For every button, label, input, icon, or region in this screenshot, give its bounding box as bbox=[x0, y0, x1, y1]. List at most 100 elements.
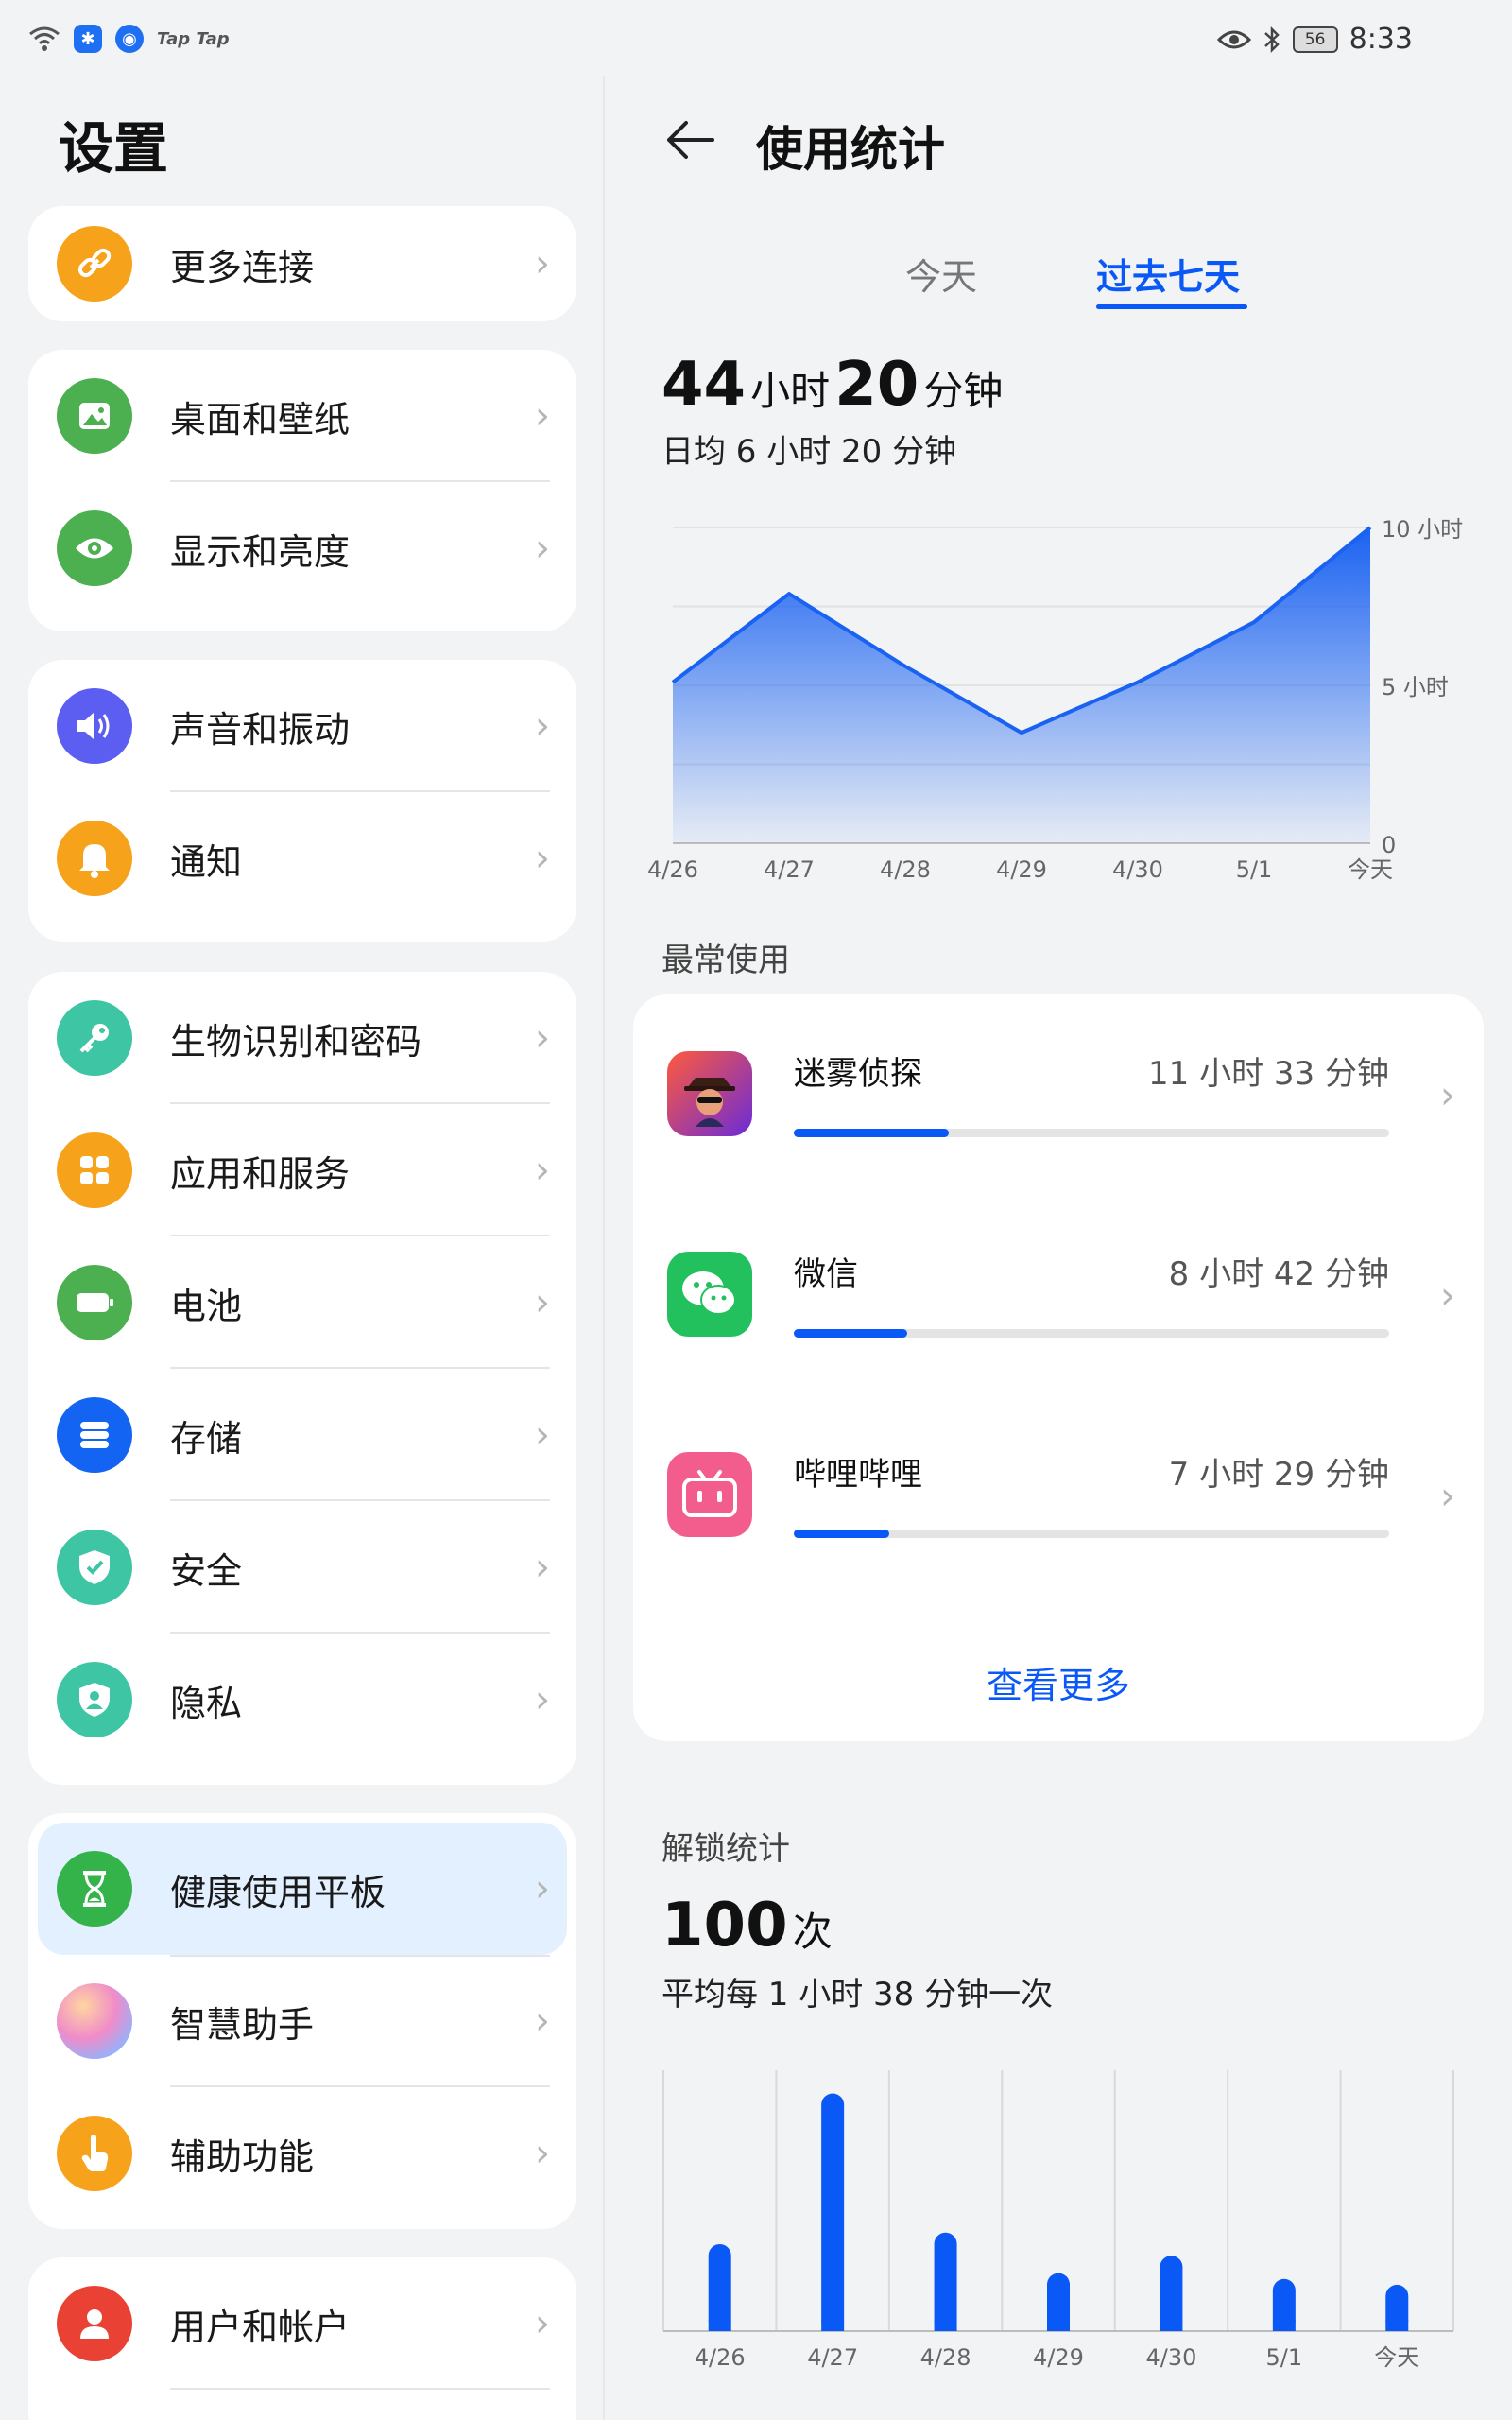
app-notify-icon: ✱ bbox=[74, 25, 102, 53]
usage-area-chart: 0 5 小时 10 小时 4/26 4/27 4/28 4/29 4/30 5/1 今天 bbox=[647, 516, 1463, 883]
settings-item-digital-balance[interactable]: 健康使用平板 › bbox=[38, 1823, 567, 1955]
unlock-bar-base bbox=[821, 2320, 845, 2331]
settings-item-privacy[interactable]: 隐私 › bbox=[28, 1634, 576, 1766]
settings-item-label: 显示和亮度 bbox=[170, 530, 351, 573]
user-icon bbox=[57, 2286, 132, 2361]
wechat-icon bbox=[667, 1252, 752, 1337]
total-minute-unit: 分钟 bbox=[923, 368, 1004, 414]
unlock-bar-base bbox=[1272, 2320, 1296, 2331]
settings-item-storage[interactable]: 存储 › bbox=[28, 1369, 576, 1501]
settings-item-battery[interactable]: 电池 › bbox=[28, 1236, 576, 1369]
x-tick-label: 4/29 bbox=[1033, 2344, 1084, 2371]
app-row-bilibili[interactable]: 哔哩哔哩 7 小时 29 分钟 › bbox=[633, 1395, 1484, 1584]
settings-item-apps[interactable]: 应用和服务 › bbox=[28, 1104, 576, 1236]
row-divider bbox=[170, 2388, 550, 2390]
chevron-right-icon: › bbox=[535, 1867, 550, 1910]
settings-item-sound[interactable]: 声音和振动 › bbox=[28, 660, 576, 792]
x-tick-label: 4/27 bbox=[764, 856, 815, 883]
battery-indicator: 56 bbox=[1292, 26, 1338, 53]
bluetooth-icon bbox=[1263, 26, 1280, 53]
app-usage-fill bbox=[794, 1129, 949, 1137]
x-tick-label: 4/30 bbox=[1145, 2344, 1196, 2371]
chevron-right-icon: › bbox=[1440, 1475, 1455, 1518]
app-usage-fill bbox=[794, 1329, 907, 1338]
settings-item-assistant[interactable]: 智慧助手 › bbox=[28, 1955, 576, 2087]
app-row-detective[interactable]: 迷雾侦探 11 小时 33 分钟 › bbox=[633, 994, 1484, 1184]
key-icon bbox=[57, 1000, 132, 1076]
settings-item-biometrics[interactable]: 生物识别和密码 › bbox=[28, 972, 576, 1104]
settings-item-label: 桌面和壁纸 bbox=[170, 398, 351, 441]
chevron-right-icon: › bbox=[1440, 1274, 1455, 1318]
app-usage-track bbox=[794, 1129, 1389, 1137]
shield-icon bbox=[57, 1530, 132, 1605]
app-name: 哔哩哔哩 bbox=[794, 1456, 922, 1494]
chevron-right-icon: › bbox=[535, 242, 550, 285]
wifi-icon bbox=[29, 26, 60, 51]
total-usage: 44 小时 20 分钟 bbox=[662, 350, 1003, 420]
settings-item-label: 生物识别和密码 bbox=[170, 1020, 422, 1063]
y-tick-label: 0 bbox=[1382, 832, 1396, 858]
settings-item-security[interactable]: 安全 › bbox=[28, 1501, 576, 1634]
app-usage-time: 11 小时 33 分钟 bbox=[1148, 1055, 1389, 1093]
status-bar-left: ✱ ◉ Tap Tap bbox=[28, 25, 230, 53]
image-icon bbox=[57, 378, 132, 454]
chevron-right-icon: › bbox=[535, 1016, 550, 1060]
settings-item-accessibility[interactable]: 辅助功能 › bbox=[28, 2087, 576, 2220]
settings-group-health: 健康使用平板 › 智慧助手 › 辅助功能 › bbox=[28, 1813, 576, 2229]
privacy-shield-icon bbox=[57, 1662, 132, 1737]
x-tick-label: 今天 bbox=[1348, 856, 1393, 883]
total-hour-unit: 小时 bbox=[750, 368, 831, 414]
total-hours: 44 bbox=[662, 350, 747, 420]
settings-group-users: 用户和帐户 › bbox=[28, 2257, 576, 2420]
unlock-bar-base bbox=[1385, 2320, 1409, 2331]
bilibili-icon bbox=[667, 1452, 752, 1537]
app-usage-time: 8 小时 42 分钟 bbox=[1168, 1255, 1389, 1293]
y-tick-label: 5 小时 bbox=[1382, 674, 1449, 700]
unlock-bar-base bbox=[708, 2320, 731, 2331]
chevron-right-icon: › bbox=[535, 527, 550, 570]
tab-today[interactable]: 今天 bbox=[905, 248, 977, 300]
settings-item-wallpaper[interactable]: 桌面和壁纸 › bbox=[28, 350, 576, 482]
settings-item-users[interactable]: 用户和帐户 › bbox=[28, 2257, 576, 2390]
chevron-right-icon: › bbox=[535, 2302, 550, 2345]
status-clock: 8:33 bbox=[1349, 23, 1413, 56]
unlock-count: 100 次 bbox=[662, 1891, 833, 1961]
chevron-right-icon: › bbox=[535, 837, 550, 880]
app-row-wechat[interactable]: 微信 8 小时 42 分钟 › bbox=[633, 1195, 1484, 1384]
settings-item-notifications[interactable]: 通知 › bbox=[28, 792, 576, 925]
see-more-button[interactable]: 查看更多 bbox=[633, 1656, 1484, 1708]
speaker-icon bbox=[57, 688, 132, 764]
unlock-bar bbox=[821, 2093, 845, 2331]
chevron-right-icon: › bbox=[535, 1999, 550, 2043]
most-used-card: 迷雾侦探 11 小时 33 分钟 › 微信 8 小时 42 分钟 › 哔哩哔哩 … bbox=[633, 994, 1484, 1741]
daily-average: 日均 6 小时 20 分钟 bbox=[662, 433, 957, 471]
unlock-bar-chart: 4/26 4/27 4/28 4/29 4/30 5/1 今天 bbox=[662, 2070, 1454, 2371]
settings-item-label: 通知 bbox=[170, 840, 243, 883]
unlock-stats-label: 解锁统计 bbox=[662, 1830, 790, 1868]
bulb-notify-icon: ◉ bbox=[115, 25, 144, 53]
settings-title: 设置 bbox=[59, 116, 169, 181]
app-name: 微信 bbox=[794, 1255, 858, 1293]
settings-item-label: 存储 bbox=[170, 1417, 243, 1460]
most-used-label: 最常使用 bbox=[662, 942, 790, 979]
settings-item-label: 隐私 bbox=[170, 1682, 243, 1724]
x-tick-label: 4/29 bbox=[996, 856, 1047, 883]
settings-item-display[interactable]: 显示和亮度 › bbox=[28, 482, 576, 614]
back-arrow-icon[interactable] bbox=[662, 112, 718, 168]
usage-title: 使用统计 bbox=[756, 122, 945, 177]
status-bar-right: 56 8:33 bbox=[1216, 23, 1413, 56]
eye-comfort-icon bbox=[1216, 30, 1251, 48]
settings-group-display: 桌面和壁纸 › 显示和亮度 › bbox=[28, 350, 576, 631]
x-tick-label: 今天 bbox=[1374, 2344, 1419, 2371]
tab-past-seven-days[interactable]: 过去七天 bbox=[1096, 248, 1240, 300]
settings-item-label: 应用和服务 bbox=[170, 1152, 351, 1195]
settings-item-more-connections[interactable]: 更多连接 › bbox=[28, 206, 576, 321]
x-tick-label: 4/28 bbox=[920, 2344, 971, 2371]
chevron-right-icon: › bbox=[535, 1281, 550, 1324]
settings-item-label: 安全 bbox=[170, 1549, 243, 1592]
tab-active-indicator bbox=[1096, 304, 1247, 309]
settings-item-label: 辅助功能 bbox=[170, 2135, 315, 2178]
apps-grid-icon bbox=[57, 1132, 132, 1208]
chevron-right-icon: › bbox=[535, 394, 550, 438]
bell-icon bbox=[57, 821, 132, 896]
